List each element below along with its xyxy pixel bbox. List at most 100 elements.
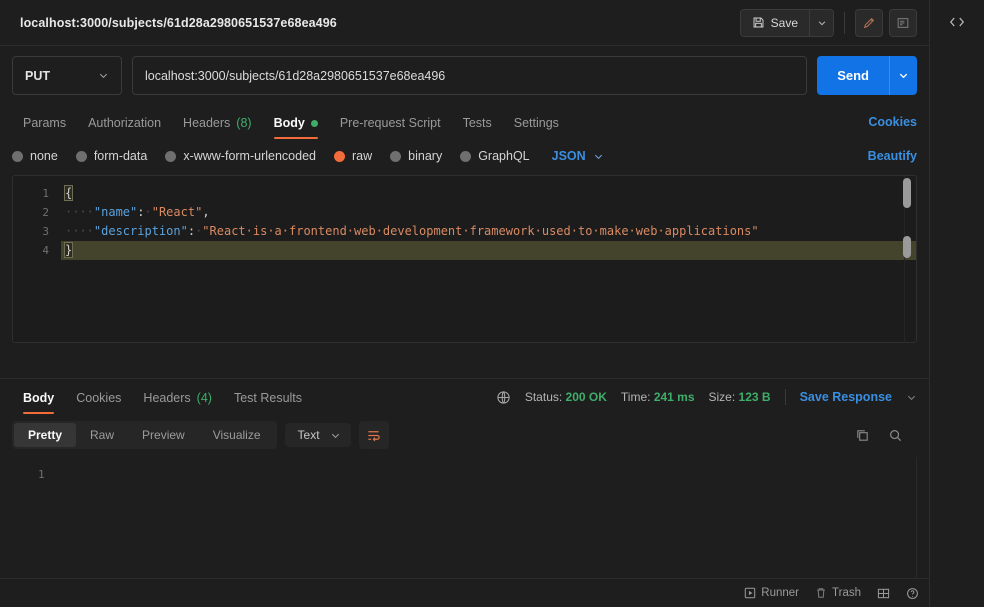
colon: : bbox=[137, 205, 145, 219]
editor-scrollbar-track[interactable] bbox=[903, 176, 914, 342]
help-button[interactable] bbox=[906, 587, 919, 600]
response-toolbar: Pretty Raw Preview Visualize Text bbox=[0, 414, 929, 457]
runner-button[interactable]: Runner bbox=[744, 587, 799, 599]
request-tabs: Params Authorization Headers (8) Body Pr… bbox=[0, 105, 929, 139]
main-column: localhost:3000/subjects/61d28a2980651537… bbox=[0, 0, 929, 607]
body-type-urlencoded[interactable]: x-www-form-urlencoded bbox=[165, 149, 316, 163]
code-line-4: } bbox=[61, 241, 916, 260]
tab-label: Authorization bbox=[88, 116, 162, 130]
time-label: Time: bbox=[620, 390, 651, 404]
space-dot: · bbox=[144, 205, 152, 219]
response-tab-headers[interactable]: Headers (4) bbox=[132, 385, 223, 414]
send-options-button[interactable] bbox=[889, 56, 917, 95]
tab-authorization[interactable]: Authorization bbox=[77, 110, 172, 139]
comma: , bbox=[202, 205, 210, 219]
body-format-select[interactable]: JSON bbox=[552, 149, 604, 163]
tab-settings[interactable]: Settings bbox=[503, 110, 570, 139]
view-mode-preview[interactable]: Preview bbox=[128, 423, 199, 447]
copy-button[interactable] bbox=[855, 428, 870, 443]
copy-icon bbox=[855, 428, 870, 443]
response-tab-body[interactable]: Body bbox=[12, 385, 65, 414]
trash-button[interactable]: Trash bbox=[815, 587, 861, 599]
url-input-value: localhost:3000/subjects/61d28a2980651537… bbox=[145, 68, 446, 83]
size-label: Size: bbox=[708, 390, 736, 404]
editor-code-area[interactable]: { ····"name":·"React", ····"description"… bbox=[61, 176, 916, 342]
json-key-description: "description" bbox=[93, 224, 188, 238]
chevron-down-icon bbox=[817, 18, 827, 28]
url-bar-row: PUT localhost:3000/subjects/61d28a298065… bbox=[0, 46, 929, 105]
tab-body[interactable]: Body bbox=[263, 110, 329, 139]
colon: : bbox=[187, 224, 196, 238]
http-method-select[interactable]: PUT bbox=[12, 56, 122, 95]
tab-pre-request-script[interactable]: Pre-request Script bbox=[329, 110, 452, 139]
chevron-down-icon bbox=[593, 151, 604, 162]
body-format-value: JSON bbox=[551, 149, 586, 163]
code-brackets-icon bbox=[948, 13, 966, 31]
line-number: 2 bbox=[42, 206, 49, 219]
chevron-down-icon bbox=[98, 70, 109, 81]
body-type-form-data[interactable]: form-data bbox=[75, 149, 147, 163]
url-input[interactable]: localhost:3000/subjects/61d28a2980651537… bbox=[132, 56, 808, 95]
chevron-down-icon bbox=[330, 430, 341, 441]
response-tabs: Body Cookies Headers (4) Test Results St… bbox=[0, 378, 929, 414]
save-response-link[interactable]: Save Response bbox=[800, 390, 892, 404]
save-button-label: Save bbox=[770, 15, 798, 30]
tab-tests[interactable]: Tests bbox=[452, 110, 503, 139]
body-type-none[interactable]: none bbox=[12, 149, 58, 163]
search-button[interactable] bbox=[888, 428, 903, 443]
radio-icon bbox=[12, 150, 23, 162]
pencil-icon bbox=[862, 16, 876, 30]
tab-label: Headers bbox=[183, 116, 231, 130]
tab-label: Tests bbox=[462, 116, 492, 130]
tab-headers[interactable]: Headers (8) bbox=[172, 110, 263, 139]
body-type-graphql[interactable]: GraphQL bbox=[460, 149, 530, 163]
body-type-raw[interactable]: raw bbox=[334, 149, 372, 163]
trash-label: Trash bbox=[832, 587, 861, 599]
right-sidebar bbox=[929, 0, 984, 607]
globe-icon bbox=[496, 390, 511, 405]
wrap-lines-button[interactable] bbox=[358, 421, 389, 449]
body-type-label: GraphQL bbox=[478, 149, 530, 163]
radio-selected-icon bbox=[334, 150, 345, 162]
view-mode-visualize[interactable]: Visualize bbox=[199, 423, 275, 447]
response-line-number: 1 bbox=[38, 468, 45, 481]
size-value: 123 B bbox=[738, 390, 771, 404]
tab-label: Headers bbox=[143, 391, 191, 405]
code-line-3: ····"description":·"React·is·a·frontend·… bbox=[61, 222, 916, 241]
view-mode-pretty[interactable]: Pretty bbox=[14, 423, 77, 447]
request-title: localhost:3000/subjects/61d28a2980651537… bbox=[20, 15, 337, 30]
http-method-value: PUT bbox=[25, 68, 50, 83]
body-type-binary[interactable]: binary bbox=[390, 149, 442, 163]
response-tab-test-results[interactable]: Test Results bbox=[223, 385, 313, 414]
indent-dots: ···· bbox=[65, 205, 94, 219]
response-format-select[interactable]: Text bbox=[284, 423, 351, 447]
radio-icon bbox=[75, 150, 87, 162]
chevron-down-icon[interactable] bbox=[906, 392, 917, 403]
floppy-disk-icon bbox=[752, 16, 765, 29]
save-options-button[interactable] bbox=[809, 9, 833, 36]
comment-button[interactable] bbox=[855, 8, 883, 37]
tab-label: Body bbox=[23, 391, 55, 405]
document-icon bbox=[896, 16, 910, 30]
view-mode-raw[interactable]: Raw bbox=[76, 423, 128, 447]
editor-scrollbar-thumb[interactable] bbox=[903, 178, 911, 208]
response-tab-cookies[interactable]: Cookies bbox=[65, 385, 132, 414]
documentation-button[interactable] bbox=[889, 8, 917, 37]
layout-toggle-button[interactable] bbox=[877, 587, 890, 600]
tab-params[interactable]: Params bbox=[12, 110, 77, 139]
close-brace: } bbox=[63, 242, 74, 258]
time-value: 241 ms bbox=[653, 390, 695, 404]
editor-scrollbar-thumb-secondary[interactable] bbox=[903, 236, 911, 258]
code-snippet-button[interactable] bbox=[948, 13, 966, 31]
cookies-link[interactable]: Cookies bbox=[868, 115, 917, 129]
tab-headers-count: (8) bbox=[236, 116, 252, 130]
beautify-link[interactable]: Beautify bbox=[868, 149, 917, 163]
response-section: Body Cookies Headers (4) Test Results St… bbox=[0, 378, 929, 607]
send-button[interactable]: Send bbox=[817, 56, 889, 95]
question-circle-icon bbox=[906, 587, 919, 600]
request-body-editor[interactable]: 1 2 3 4 { ····"name":·"React", ····"desc… bbox=[12, 175, 917, 343]
save-button[interactable]: Save bbox=[740, 9, 809, 36]
radio-icon bbox=[390, 150, 402, 162]
status-value: 200 OK bbox=[565, 390, 607, 404]
line-number: 3 bbox=[42, 225, 49, 238]
